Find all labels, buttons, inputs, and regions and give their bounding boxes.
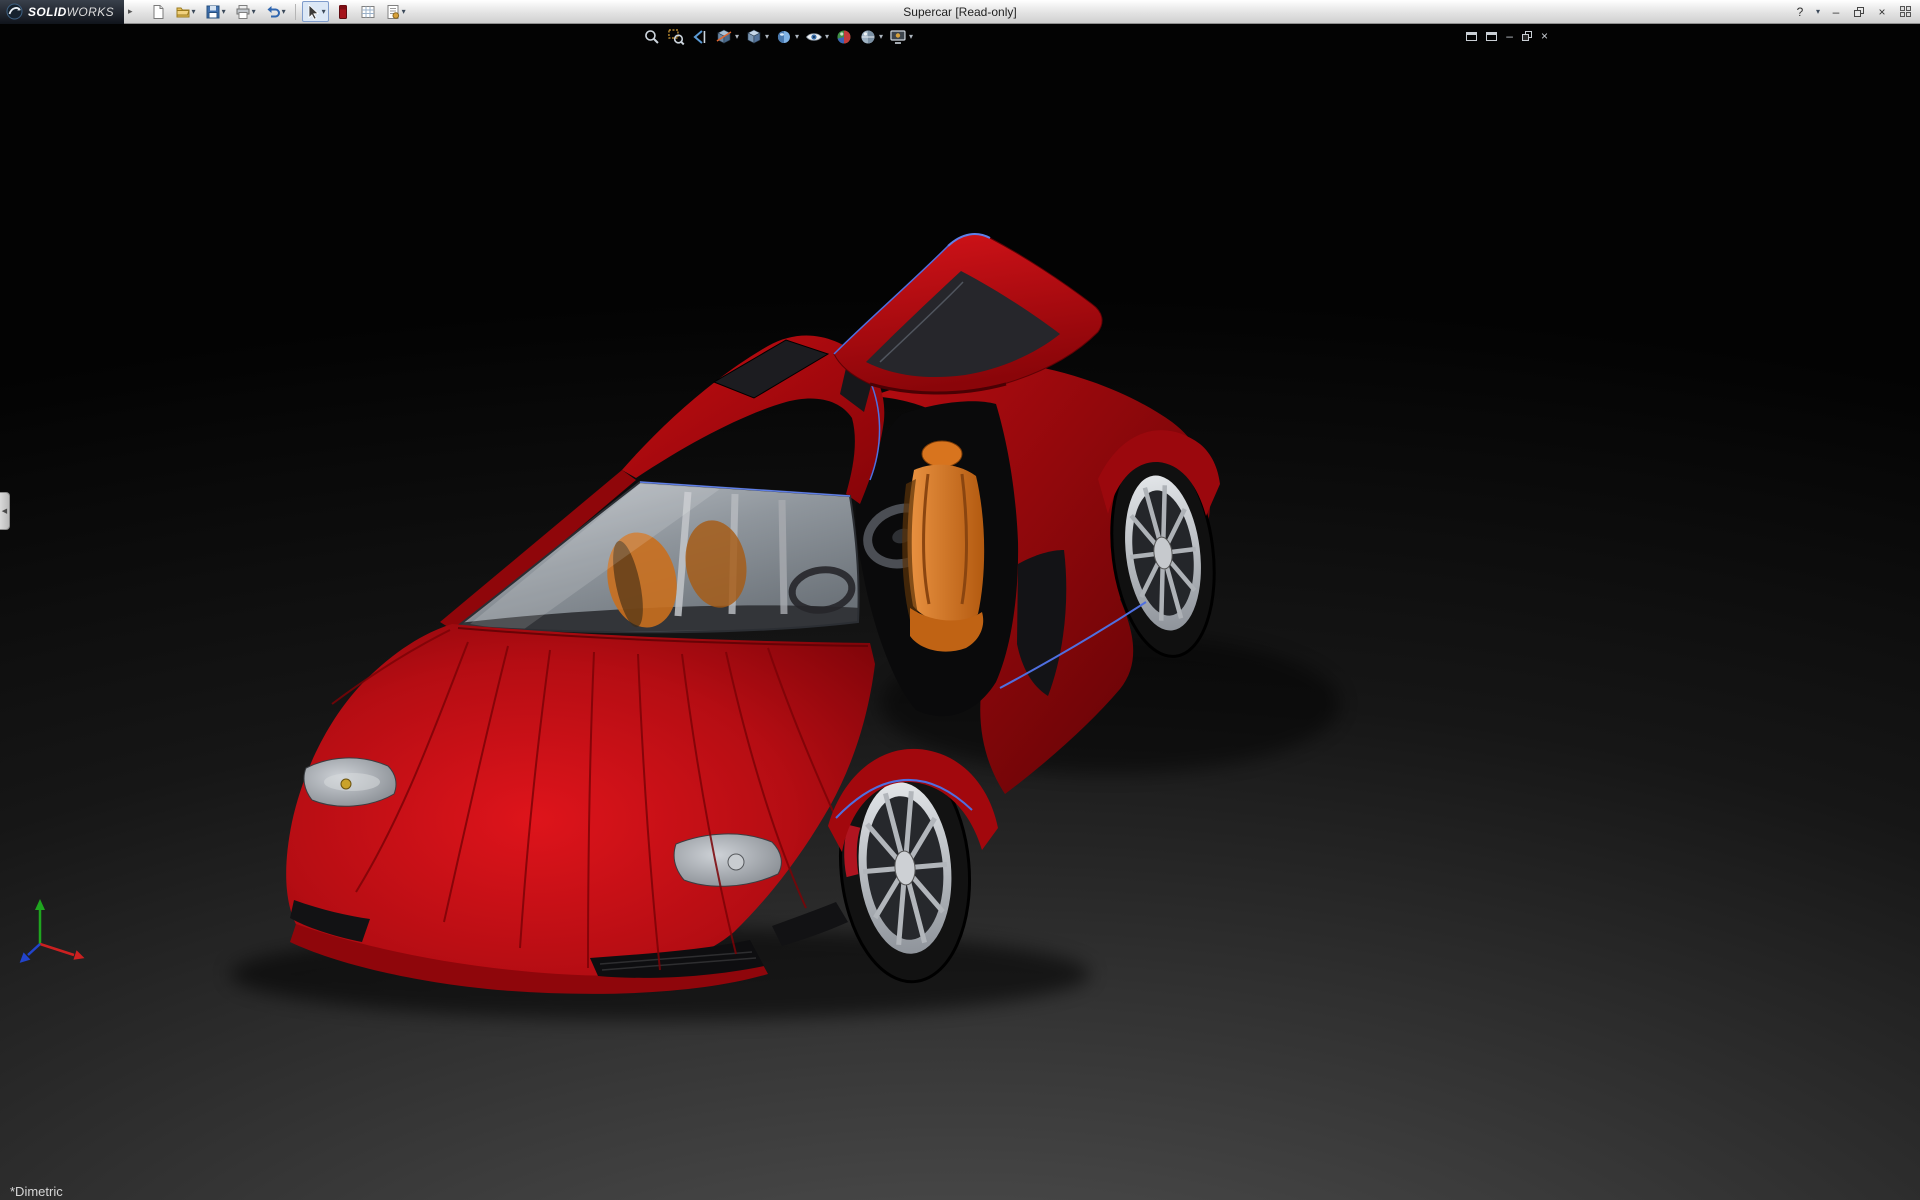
window-frame-icon [1486,31,1498,41]
solidworks-window: SOLIDWORKS ▸ ▾ ▾ ▾ ▾ ▾ ▾ Supercar [Read-… [0,0,1920,1200]
zoom-to-area-icon [668,29,685,46]
select-button[interactable]: ▾ [301,1,329,22]
panel-collapse-tab[interactable]: ◀ [0,492,10,530]
open-folder-icon [176,7,190,17]
doc-cascade-button[interactable] [1466,29,1478,43]
right-headlight [673,833,782,887]
view-orientation-label: *Dimetric [10,1184,63,1199]
menu-expand-arrow[interactable]: ▸ [124,6,137,17]
dropdown-caret: ▾ [281,6,286,16]
previous-view-button[interactable] [690,27,710,47]
scene-ball-icon [861,30,875,44]
print-icon [236,4,250,19]
options-button[interactable]: ▾ [382,1,409,22]
doc-minimize-button[interactable]: – [1506,29,1513,43]
doc-close-button[interactable]: × [1541,29,1548,43]
print-button[interactable]: ▾ [232,1,259,22]
options-sheet-icon [387,4,399,19]
eye-icon [805,33,823,41]
dropdown-caret: ▾ [191,6,196,16]
window-frame-icon [1466,31,1478,41]
dropdown-caret: ▾ [401,6,406,16]
new-document-icon [153,4,164,19]
dropdown-caret: ▾ [879,32,884,41]
design-table-icon [361,5,375,18]
display-style-icon [777,31,790,43]
main-toolbar: ▾ ▾ ▾ ▾ ▾ ▾ [147,0,409,24]
apply-scene-button[interactable]: ▾ [858,27,884,47]
dropdown-caret: ▾ [825,32,830,41]
close-button[interactable]: × [1875,4,1889,20]
undo-button[interactable]: ▾ [262,1,289,22]
restore-icon [1521,31,1532,41]
section-view-button[interactable]: ▾ [714,27,740,47]
appearance-ball-icon [837,30,851,44]
dropdown-caret: ▾ [321,6,326,16]
brand-text: SOLIDWORKS [28,4,115,19]
save-icon [206,5,220,18]
view-settings-icon [890,30,906,44]
fullscreen-grid-icon [1899,6,1911,17]
3ds-swirl-icon [6,3,23,20]
zoom-to-area-button[interactable] [666,27,686,47]
open-button[interactable]: ▾ [172,1,199,22]
hide-show-items-button[interactable]: ▾ [804,27,830,47]
fullscreen-toggle-button[interactable] [1898,4,1912,20]
car-model-canvas [230,233,1340,1020]
dropdown-caret: ▾ [734,32,739,41]
reference-triad [19,899,85,963]
edit-appearance-swatch-button[interactable] [332,1,354,22]
dropdown-caret: ▾ [794,32,799,41]
restore-button[interactable] [1852,4,1866,20]
design-table-button[interactable] [357,1,379,22]
undo-icon [267,5,280,17]
restore-icon [1854,6,1864,17]
section-view-icon [716,29,732,44]
solidworks-logo: SOLIDWORKS [0,0,125,24]
minimize-button[interactable]: – [1829,4,1843,20]
save-button[interactable]: ▾ [202,1,229,22]
doc-tile-button[interactable] [1486,29,1498,43]
zoom-to-fit-button[interactable] [642,27,662,47]
zoom-to-fit-icon [645,30,659,44]
3d-viewport[interactable]: ▾ ▾ ▾ ▾ ▾ ▾ – × ◀ *Dimetric [0,24,1920,1200]
display-style-button[interactable]: ▾ [774,27,800,47]
doc-restore-button[interactable] [1521,29,1532,43]
heads-up-view-toolbar: ▾ ▾ ▾ ▾ ▾ ▾ [642,27,914,47]
document-window-controls: – × [1466,29,1548,43]
car-model[interactable] [230,233,1340,1020]
view-orientation-cube-icon [747,29,761,44]
view-orientation-button[interactable]: ▾ [744,27,770,47]
dropdown-caret: ▾ [251,6,256,16]
titlebar: SOLIDWORKS ▸ ▾ ▾ ▾ ▾ ▾ ▾ Supercar [Read-… [0,0,1920,24]
new-document-button[interactable] [147,1,169,22]
collapse-arrow-icon: ◀ [1,508,8,515]
view-settings-button[interactable]: ▾ [888,27,914,47]
dropdown-caret: ▾ [221,6,226,16]
window-controls: ? ▾ – × [1793,4,1920,20]
toolbar-separator [294,3,296,20]
appearance-swatch-icon [338,4,347,19]
previous-view-icon [693,30,706,44]
help-button[interactable]: ? [1793,4,1807,20]
dropdown-caret: ▾ [909,32,914,41]
select-cursor-icon [308,3,319,20]
help-caret[interactable]: ▾ [1816,7,1820,16]
dropdown-caret: ▾ [764,32,769,41]
left-headlight [303,757,397,807]
edit-appearance-button[interactable] [834,27,854,47]
